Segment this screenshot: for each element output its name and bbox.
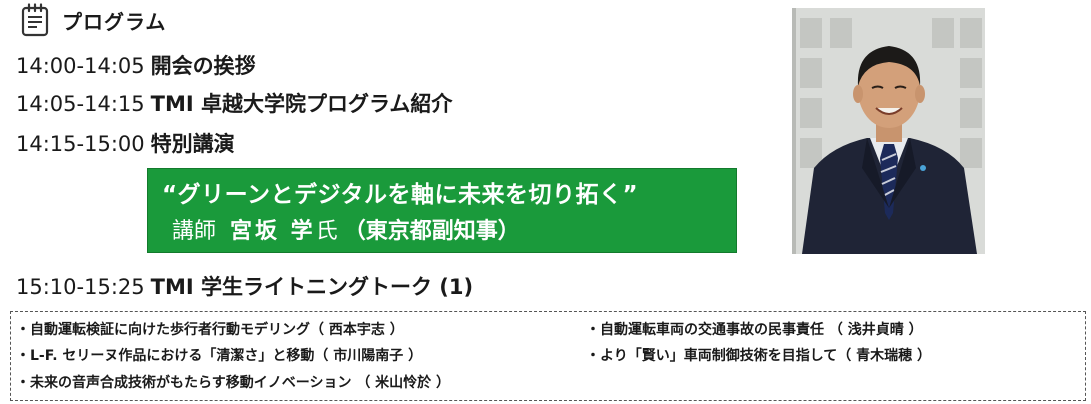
schedule-row-special-lecture: 14:15-15:00 特別講演 bbox=[16, 130, 235, 158]
schedule-time: 14:00-14:05 bbox=[16, 54, 145, 78]
speaker-position: （東京都副知事） bbox=[343, 219, 520, 244]
schedule-label: TMI 卓越大学院プログラム紹介 bbox=[150, 92, 453, 116]
speaker-honorific: 氏 bbox=[315, 219, 338, 244]
special-lecture-box: “グリーンとデジタルを軸に未来を切り拓く” 講師 宮坂 学氏 （東京都副知事） bbox=[147, 168, 737, 253]
schedule-row-program-intro: 14:05-14:15 TMI 卓越大学院プログラム紹介 bbox=[16, 90, 452, 118]
talk-item: ・自動運転車両の交通事故の民事責任 （ 浅井貞晴 ） bbox=[586, 322, 923, 338]
talk-item: ・より「賢い」車両制御技術を目指して（ 青木瑞穂 ） bbox=[586, 348, 932, 364]
schedule-time: 15:10-15:25 bbox=[16, 275, 145, 299]
lecture-title: “グリーンとデジタルを軸に未来を切り拓く” bbox=[162, 182, 639, 208]
talk-item: ・自動運転検証に向けた歩行者行動モデリング（ 西本宇志 ） bbox=[16, 322, 404, 338]
speaker-name: 宮坂 学 bbox=[230, 219, 316, 244]
talk-item: ・未来の音声合成技術がもたらす移動イノベーション （ 米山怜於 ） bbox=[16, 375, 451, 391]
program-header: プログラム bbox=[20, 3, 166, 37]
schedule-label: 特別講演 bbox=[150, 132, 235, 156]
schedule-time: 14:05-14:15 bbox=[16, 92, 145, 116]
speaker-portrait-icon bbox=[792, 8, 985, 254]
lecture-speaker: 講師 宮坂 学氏 （東京都副知事） bbox=[172, 213, 520, 245]
schedule-row-opening: 14:00-14:05 開会の挨拶 bbox=[16, 52, 256, 80]
speaker-photo bbox=[792, 8, 985, 254]
schedule-label: 開会の挨拶 bbox=[150, 54, 256, 78]
talk-item: ・L-F. セリーヌ作品における「清潔さ」と移動（ 市川陽南子 ） bbox=[16, 348, 423, 364]
notepad-icon bbox=[20, 3, 50, 37]
schedule-row-lightning-talk: 15:10-15:25 TMI 学生ライトニングトーク (1) bbox=[16, 273, 473, 301]
lightning-talks-box: ・自動運転検証に向けた歩行者行動モデリング（ 西本宇志 ） ・自動運転車両の交通… bbox=[10, 311, 1086, 401]
program-title: プログラム bbox=[62, 9, 167, 34]
schedule-label: TMI 学生ライトニングトーク (1) bbox=[150, 275, 474, 299]
schedule-time: 14:15-15:00 bbox=[16, 132, 145, 156]
speaker-role: 講師 bbox=[172, 219, 217, 244]
